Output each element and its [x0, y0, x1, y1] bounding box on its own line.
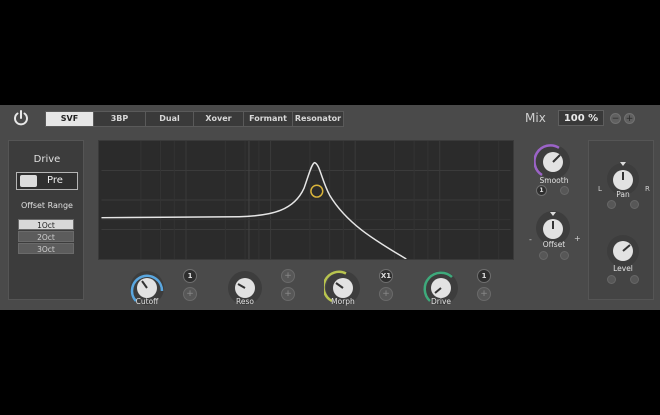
mix-decrement-button[interactable]: − — [610, 113, 621, 124]
pan-mod-button-2[interactable] — [630, 200, 639, 209]
filter-curve — [101, 161, 407, 259]
filter-plugin-panel: SVF 3BP Dual Xover Formant Resonator Mix… — [0, 105, 660, 310]
tab-3bp[interactable]: 3BP — [94, 112, 146, 126]
tab-svf[interactable]: SVF — [46, 112, 94, 126]
pan-label: Pan — [616, 190, 630, 199]
tab-resonator[interactable]: Resonator — [293, 112, 343, 126]
mix-value-field[interactable]: 100 % — [558, 110, 604, 126]
pan-mod-button[interactable] — [607, 200, 616, 209]
toggle-thumb — [20, 175, 37, 187]
morph-add-mod-button[interactable]: + — [379, 287, 393, 301]
offset-range-label: Offset Range — [21, 201, 73, 210]
mix-increment-button[interactable]: + — [624, 113, 635, 124]
cutoff-mod-badge[interactable]: 1 — [183, 269, 197, 283]
morph-mod-badge[interactable]: X1 — [379, 269, 393, 283]
filter-response-graph[interactable] — [98, 140, 514, 260]
drive-mod-badge[interactable]: 1 — [477, 269, 491, 283]
offset-range-1oct[interactable]: 1Oct — [18, 219, 74, 230]
drive-label: Drive — [33, 154, 61, 165]
smooth-label: Smooth — [539, 176, 569, 185]
offset-mod-button-2[interactable] — [560, 251, 569, 260]
offset-range-2oct[interactable]: 2Oct — [18, 231, 74, 242]
drive-add-mod-button[interactable]: + — [477, 287, 491, 301]
level-mod-button[interactable] — [607, 275, 616, 284]
drive-knob-label: Drive — [431, 297, 451, 306]
filter-type-tabs: SVF 3BP Dual Xover Formant Resonator — [45, 111, 344, 127]
cutoff-label: Cutoff — [135, 297, 159, 306]
reso-label: Reso — [236, 297, 254, 306]
level-label: Level — [613, 264, 633, 273]
reso-add-mod-button[interactable]: + — [281, 269, 295, 283]
smooth-mod-badge[interactable]: 1 — [536, 185, 547, 196]
drive-settings-panel: Drive Pre Offset Range 1Oct 2Oct 3Oct — [8, 140, 84, 300]
drive-mode-label: Pre — [47, 175, 63, 186]
smooth-mod-button[interactable] — [560, 186, 569, 195]
offset-range-3oct[interactable]: 3Oct — [18, 243, 74, 254]
power-icon[interactable] — [12, 109, 30, 127]
tab-formant[interactable]: Formant — [244, 112, 293, 126]
tab-xover[interactable]: Xover — [194, 112, 244, 126]
offset-mod-button[interactable] — [539, 251, 548, 260]
drive-pre-toggle[interactable]: Pre — [16, 172, 78, 190]
cutoff-add-mod-button[interactable]: + — [183, 287, 197, 301]
level-mod-button-2[interactable] — [630, 275, 639, 284]
frequency-handle — [310, 184, 324, 198]
tab-dual[interactable]: Dual — [146, 112, 194, 126]
morph-label: Morph — [331, 297, 355, 306]
offset-label: Offset — [542, 240, 566, 249]
reso-add-mod-button-2[interactable]: + — [281, 287, 295, 301]
mix-label: Mix — [525, 111, 546, 125]
